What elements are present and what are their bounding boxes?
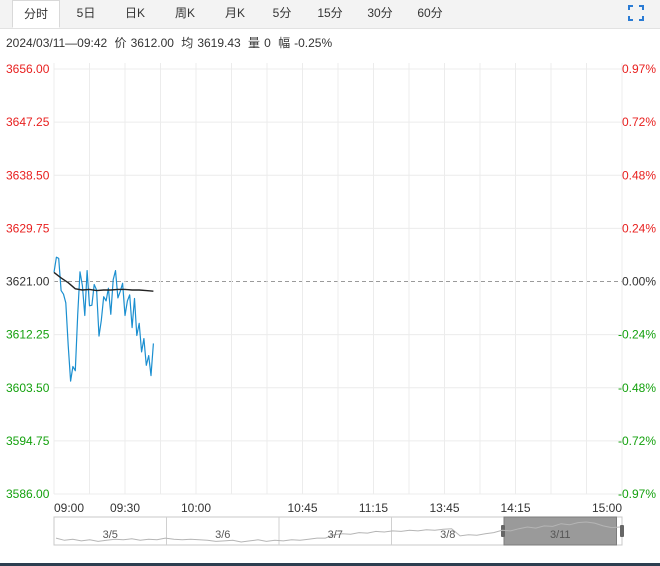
y-tick-label-left: 3621.00 <box>6 275 50 289</box>
y-tick-label-left: 3656.00 <box>6 62 50 76</box>
y-tick-label-left: 3629.75 <box>6 221 50 235</box>
y-tick-label-left: 3603.50 <box>6 381 50 395</box>
x-tick-label: 14:15 <box>500 501 530 515</box>
y-tick-label-right: 0.72% <box>622 115 656 129</box>
x-tick-label: 09:00 <box>54 501 84 515</box>
x-tick-label: 10:00 <box>181 501 211 515</box>
y-tick-label-left: 3594.75 <box>6 434 50 448</box>
intraday-chart[interactable]: 3656.00 0.97% 3647.25 0.72% 3638.50 0.48% 3629… <box>0 0 660 566</box>
navigator-handle-right[interactable] <box>620 525 624 537</box>
y-tick-label-right: 0.24% <box>622 221 656 235</box>
y-tick-label-right: 0.48% <box>622 168 656 182</box>
y-tick-label-right: -0.24% <box>618 328 656 342</box>
x-tick-label: 15:00 <box>592 501 622 515</box>
x-tick-label: 09:30 <box>110 501 140 515</box>
y-tick-label-right: -0.97% <box>618 487 656 501</box>
y-tick-label-right: -0.48% <box>618 381 656 395</box>
range-navigator[interactable]: 3/5 3/6 3/7 3/8 3/11 <box>53 516 624 546</box>
navigator-day-label: 3/5 <box>103 529 118 541</box>
x-tick-label: 11:15 <box>359 501 388 515</box>
y-tick-label-left: 3647.25 <box>6 115 50 129</box>
navigator-day-label: 3/7 <box>328 529 343 541</box>
y-tick-label-right: -0.72% <box>618 434 656 448</box>
y-tick-label-left: 3612.25 <box>6 328 50 342</box>
x-tick-label: 13:45 <box>429 501 459 515</box>
navigator-day-label: 3/11 <box>550 529 571 541</box>
y-tick-label-right: 0.97% <box>622 62 656 76</box>
y-tick-label-left: 3586.00 <box>6 487 50 501</box>
navigator-day-label: 3/8 <box>440 529 455 541</box>
navigator-handle-left[interactable] <box>501 525 505 537</box>
navigator-day-label: 3/6 <box>215 529 230 541</box>
y-tick-label-left: 3638.50 <box>6 168 50 182</box>
price-series-line <box>53 256 154 382</box>
x-tick-label: 10:45 <box>287 501 317 515</box>
y-tick-label-right: 0.00% <box>622 275 656 289</box>
